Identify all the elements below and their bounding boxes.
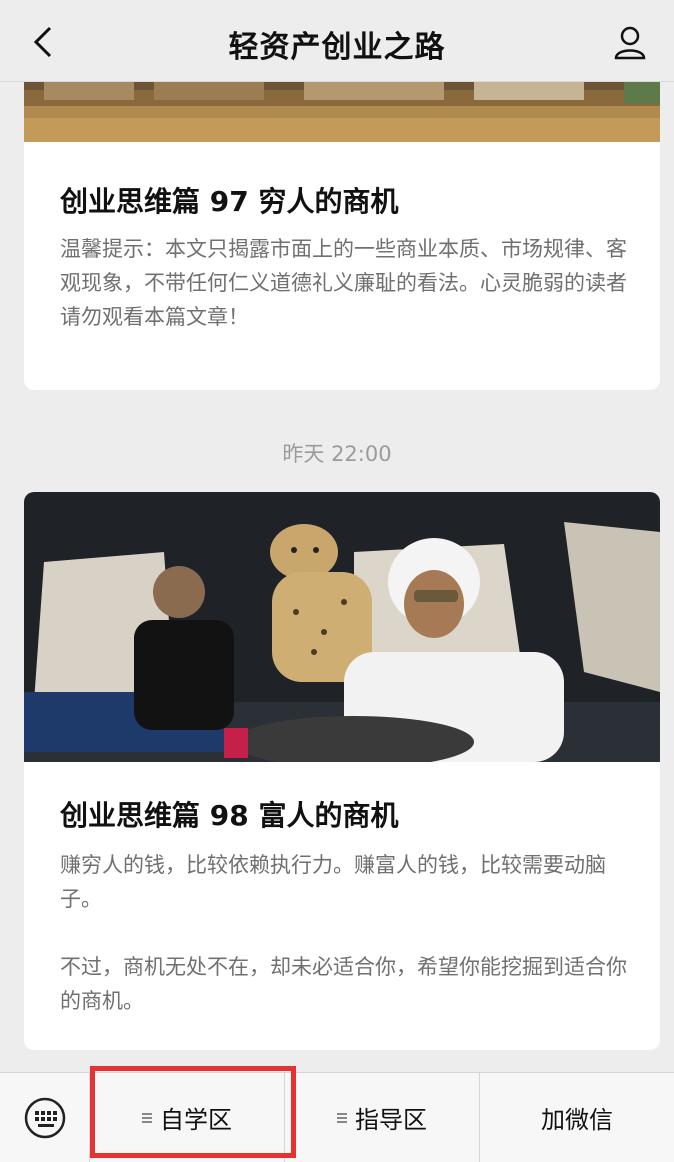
article-cover-image — [24, 492, 660, 762]
top-nav-bar: 轻资产创业之路 — [0, 0, 674, 82]
page-title: 轻资产创业之路 — [228, 30, 446, 65]
article-card[interactable]: 创业思维篇 98 富人的商机 赚穷人的钱，比较依赖执行力。赚富人的钱，比较需要动… — [24, 492, 660, 1050]
article-summary: 赚穷人的钱，比较依赖执行力。赚富人的钱，比较需要动脑子。 不过，商机无处不在，却… — [60, 853, 627, 1013]
article-summary: 温馨提示：本文只揭露市面上的一些商业本质、市场规律、客观现象，不带任何仁义道德礼… — [60, 237, 627, 329]
menu-item-guidance[interactable]: 指导区 — [285, 1073, 480, 1162]
article-cover-image — [24, 82, 660, 142]
bottom-menu-bar: 自学区 指导区 加微信 — [0, 1072, 674, 1162]
menu-item-label: 自学区 — [160, 1106, 232, 1134]
article-feed[interactable]: 创业思维篇 97 穷人的商机 温馨提示：本文只揭露市面上的一些商业本质、市场规律… — [0, 82, 674, 1072]
menu-item-add-wechat[interactable]: 加微信 — [480, 1073, 674, 1162]
menu-lines-icon — [337, 1111, 347, 1125]
menu-lines-icon — [142, 1111, 152, 1125]
timestamp: 昨天 22:00 — [282, 442, 392, 466]
menu-item-label: 指导区 — [355, 1106, 427, 1134]
menu-item-label: 加微信 — [541, 1106, 613, 1134]
keyboard-toggle-button[interactable] — [0, 1073, 90, 1162]
profile-button[interactable] — [608, 20, 652, 64]
profile-icon — [614, 26, 646, 60]
article-card[interactable]: 创业思维篇 97 穷人的商机 温馨提示：本文只揭露市面上的一些商业本质、市场规律… — [24, 82, 660, 390]
article-title[interactable]: 创业思维篇 97 穷人的商机 — [60, 180, 398, 220]
keyboard-icon — [24, 1097, 65, 1139]
menu-item-self-study[interactable]: 自学区 — [90, 1073, 285, 1162]
article-title[interactable]: 创业思维篇 98 富人的商机 — [60, 794, 398, 834]
